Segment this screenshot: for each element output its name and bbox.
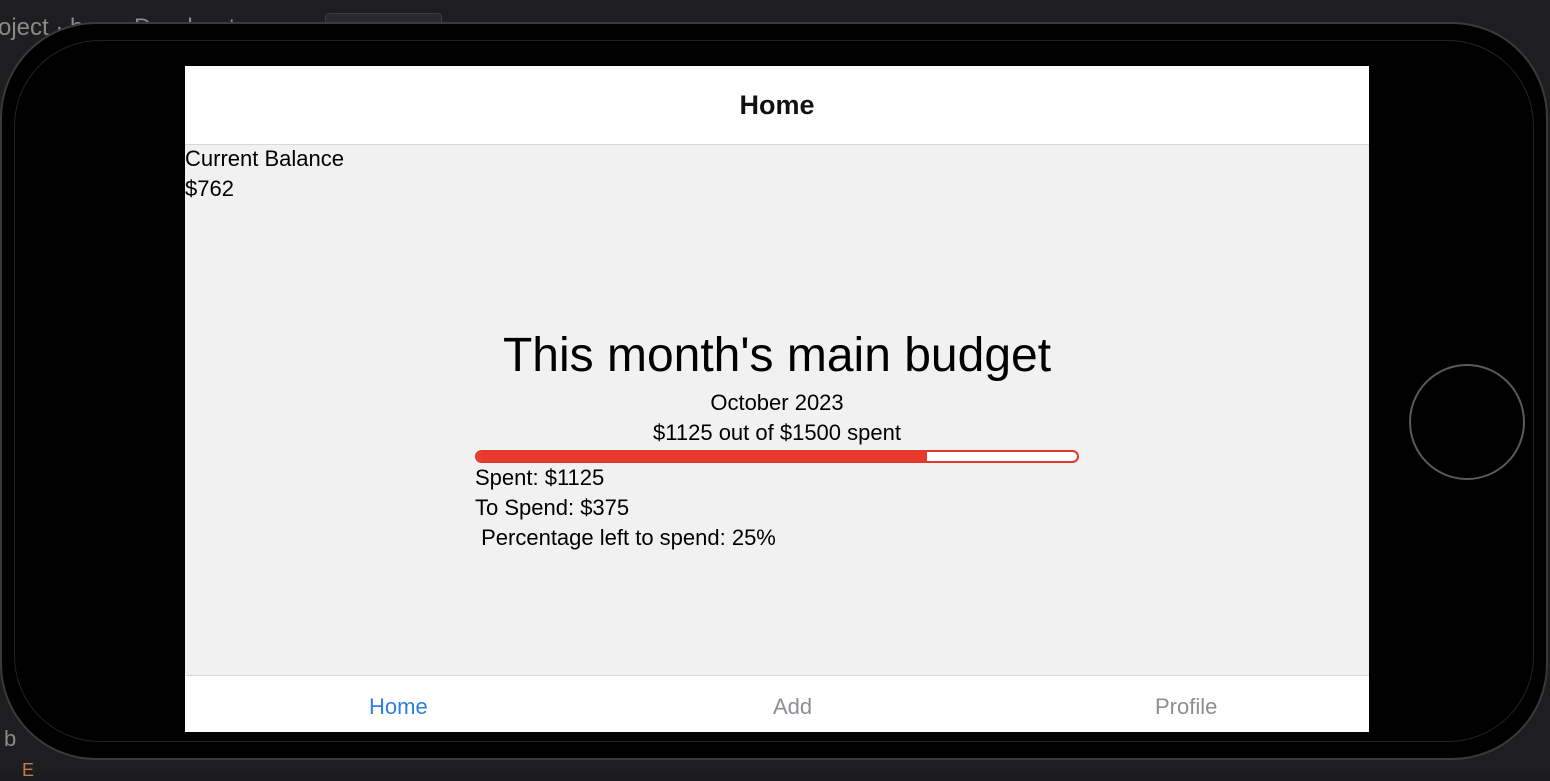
to-spend-amount: To Spend: $375	[475, 495, 630, 520]
percentage-left: Percentage left to spend: 25%	[475, 525, 776, 550]
navigation-bar: Home	[185, 66, 1369, 145]
budget-summary: $1125 out of $1500 spent	[653, 420, 901, 445]
ide-editor-text: b	[4, 726, 17, 751]
tab-profile[interactable]: Profile	[1155, 694, 1217, 720]
spent-amount: Spent: $1125	[475, 465, 605, 490]
current-balance-label: Current Balance	[185, 146, 344, 171]
app-screen: Home Current Balance $762 This month's m…	[185, 66, 1369, 732]
page-title: Home	[739, 89, 815, 120]
current-balance-value: $762	[185, 176, 234, 201]
ide-editor-text-2: E	[22, 760, 35, 780]
simulator-device-frame: Home Current Balance $762 This month's m…	[0, 22, 1548, 760]
home-button-icon[interactable]	[1409, 364, 1525, 480]
budget-progress-bar	[475, 450, 1079, 463]
tab-bar: Home Add Profile	[185, 675, 1369, 732]
budget-progress-fill	[477, 452, 927, 461]
tab-add[interactable]: Add	[773, 694, 812, 720]
budget-title: This month's main budget	[502, 329, 1052, 382]
budget-month: October 2023	[710, 390, 844, 415]
tab-home[interactable]: Home	[369, 694, 428, 720]
